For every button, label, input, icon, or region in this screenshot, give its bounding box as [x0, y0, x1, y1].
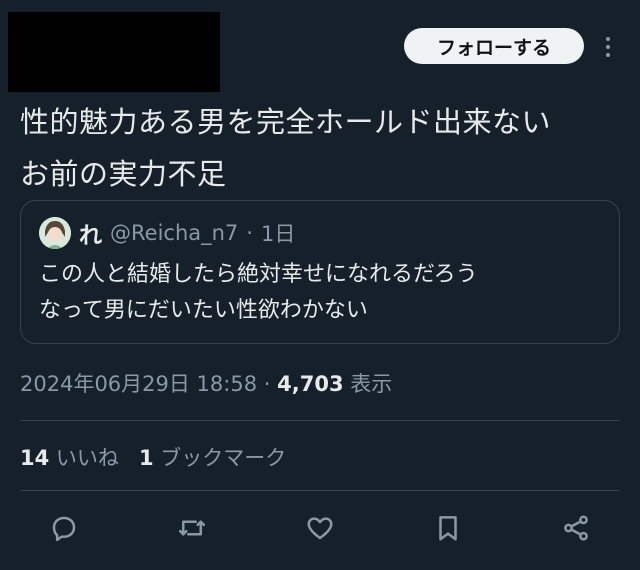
likes-label: いいね [49, 446, 119, 470]
quoted-timestamp[interactable]: 1日 [261, 218, 295, 248]
reply-icon[interactable] [44, 508, 84, 548]
likes-stat[interactable]: 14 いいね [20, 446, 119, 470]
quoted-text-line2: なって男にだいたい性欲わかない [39, 298, 368, 323]
meta-separator: · [257, 372, 278, 396]
redacted-author-block [8, 12, 220, 92]
bookmark-icon[interactable] [428, 508, 468, 548]
tweet-text-line2: お前の実力不足 [20, 157, 227, 191]
follow-button[interactable]: フォローする [404, 28, 584, 64]
bookmarks-label: ブックマーク [153, 446, 287, 470]
bookmarks-stat[interactable]: 1 ブックマーク [139, 446, 286, 470]
engagement-stats: 14 いいね 1 ブックマーク [20, 442, 286, 472]
divider [20, 490, 620, 491]
like-icon[interactable] [300, 508, 340, 548]
view-count: 4,703 [277, 372, 344, 396]
separator-dot: · [246, 221, 253, 245]
views-label: 表示 [343, 372, 393, 396]
share-icon[interactable] [556, 508, 596, 548]
quoted-tweet[interactable]: れ @Reicha_n7 · 1日 この人と結婚したら絶対幸せになれるだろう な… [20, 200, 620, 344]
tweet-meta: 2024年06月29日 18:58 · 4,703 表示 [20, 368, 392, 398]
quoted-text-line1: この人と結婚したら絶対幸せになれるだろう [39, 262, 478, 287]
retweet-icon[interactable] [172, 508, 212, 548]
tweet-text-line1: 性的魅力ある男を完全ホールド出来ない [20, 105, 552, 139]
avatar [39, 217, 71, 249]
quoted-tweet-header: れ @Reicha_n7 · 1日 [39, 215, 295, 251]
tweet-datetime[interactable]: 2024年06月29日 18:58 [20, 372, 257, 396]
action-bar [0, 508, 640, 548]
likes-count: 14 [20, 446, 50, 470]
quoted-author-handle[interactable]: @Reicha_n7 [110, 221, 238, 245]
quoted-author-name[interactable]: れ [79, 216, 102, 250]
more-options-icon[interactable] [598, 32, 618, 62]
bookmarks-count: 1 [138, 446, 154, 470]
tweet-text: 性的魅力ある男を完全ホールド出来ない お前の実力不足 [20, 96, 620, 200]
divider [20, 420, 620, 421]
quoted-tweet-text: この人と結婚したら絶対幸せになれるだろう なって男にだいたい性欲わかない [39, 257, 609, 329]
